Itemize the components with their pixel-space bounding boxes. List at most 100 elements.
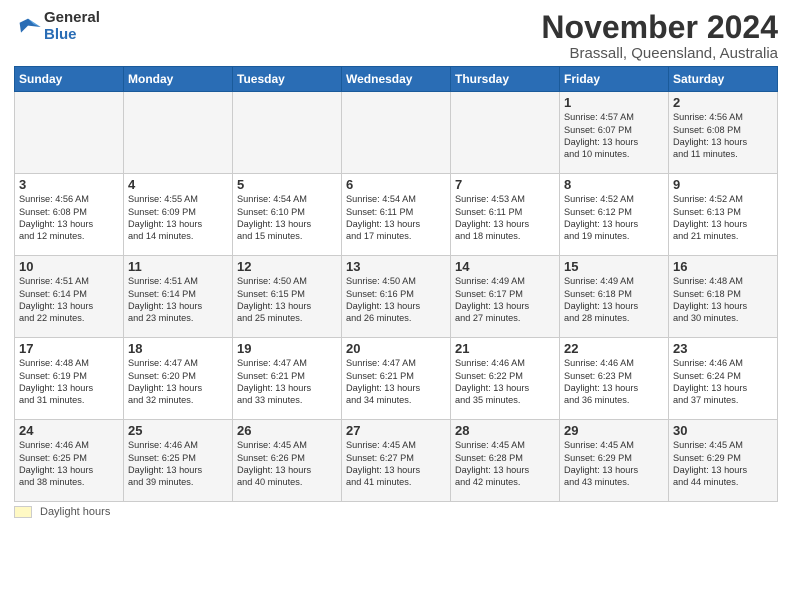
day-info: Sunrise: 4:47 AM Sunset: 6:21 PM Dayligh… <box>237 357 337 407</box>
day-number: 22 <box>564 341 664 356</box>
calendar-cell: 8Sunrise: 4:52 AM Sunset: 6:12 PM Daylig… <box>560 174 669 256</box>
day-info: Sunrise: 4:53 AM Sunset: 6:11 PM Dayligh… <box>455 193 555 243</box>
day-info: Sunrise: 4:45 AM Sunset: 6:29 PM Dayligh… <box>564 439 664 489</box>
day-info: Sunrise: 4:55 AM Sunset: 6:09 PM Dayligh… <box>128 193 228 243</box>
day-number: 15 <box>564 259 664 274</box>
calendar-cell: 10Sunrise: 4:51 AM Sunset: 6:14 PM Dayli… <box>15 256 124 338</box>
calendar-cell <box>124 92 233 174</box>
day-info: Sunrise: 4:54 AM Sunset: 6:10 PM Dayligh… <box>237 193 337 243</box>
day-number: 13 <box>346 259 446 274</box>
day-number: 8 <box>564 177 664 192</box>
day-info: Sunrise: 4:57 AM Sunset: 6:07 PM Dayligh… <box>564 111 664 161</box>
day-number: 10 <box>19 259 119 274</box>
calendar-cell: 20Sunrise: 4:47 AM Sunset: 6:21 PM Dayli… <box>342 338 451 420</box>
calendar-cell: 22Sunrise: 4:46 AM Sunset: 6:23 PM Dayli… <box>560 338 669 420</box>
day-info: Sunrise: 4:46 AM Sunset: 6:22 PM Dayligh… <box>455 357 555 407</box>
day-number: 6 <box>346 177 446 192</box>
calendar-cell: 13Sunrise: 4:50 AM Sunset: 6:16 PM Dayli… <box>342 256 451 338</box>
day-info: Sunrise: 4:51 AM Sunset: 6:14 PM Dayligh… <box>128 275 228 325</box>
day-number: 21 <box>455 341 555 356</box>
calendar-cell: 24Sunrise: 4:46 AM Sunset: 6:25 PM Dayli… <box>15 420 124 502</box>
day-info: Sunrise: 4:56 AM Sunset: 6:08 PM Dayligh… <box>19 193 119 243</box>
day-info: Sunrise: 4:46 AM Sunset: 6:25 PM Dayligh… <box>128 439 228 489</box>
day-info: Sunrise: 4:45 AM Sunset: 6:28 PM Dayligh… <box>455 439 555 489</box>
calendar-cell: 26Sunrise: 4:45 AM Sunset: 6:26 PM Dayli… <box>233 420 342 502</box>
calendar-cell: 7Sunrise: 4:53 AM Sunset: 6:11 PM Daylig… <box>451 174 560 256</box>
day-number: 23 <box>673 341 773 356</box>
calendar-cell: 1Sunrise: 4:57 AM Sunset: 6:07 PM Daylig… <box>560 92 669 174</box>
month-title: November 2024 <box>541 10 778 45</box>
calendar-header-row: SundayMondayTuesdayWednesdayThursdayFrid… <box>15 67 778 92</box>
day-number: 27 <box>346 423 446 438</box>
day-header-saturday: Saturday <box>669 67 778 92</box>
day-info: Sunrise: 4:48 AM Sunset: 6:19 PM Dayligh… <box>19 357 119 407</box>
day-number: 1 <box>564 95 664 110</box>
calendar-cell: 15Sunrise: 4:49 AM Sunset: 6:18 PM Dayli… <box>560 256 669 338</box>
day-number: 28 <box>455 423 555 438</box>
calendar-week-row: 24Sunrise: 4:46 AM Sunset: 6:25 PM Dayli… <box>15 420 778 502</box>
calendar-cell: 27Sunrise: 4:45 AM Sunset: 6:27 PM Dayli… <box>342 420 451 502</box>
calendar-cell: 5Sunrise: 4:54 AM Sunset: 6:10 PM Daylig… <box>233 174 342 256</box>
calendar-cell: 19Sunrise: 4:47 AM Sunset: 6:21 PM Dayli… <box>233 338 342 420</box>
logo-bird-icon <box>14 13 42 41</box>
calendar-cell: 18Sunrise: 4:47 AM Sunset: 6:20 PM Dayli… <box>124 338 233 420</box>
calendar-cell: 9Sunrise: 4:52 AM Sunset: 6:13 PM Daylig… <box>669 174 778 256</box>
calendar-cell: 17Sunrise: 4:48 AM Sunset: 6:19 PM Dayli… <box>15 338 124 420</box>
day-number: 14 <box>455 259 555 274</box>
day-info: Sunrise: 4:51 AM Sunset: 6:14 PM Dayligh… <box>19 275 119 325</box>
day-info: Sunrise: 4:46 AM Sunset: 6:25 PM Dayligh… <box>19 439 119 489</box>
day-number: 9 <box>673 177 773 192</box>
logo-general-text: General <box>44 10 100 27</box>
day-header-tuesday: Tuesday <box>233 67 342 92</box>
day-header-friday: Friday <box>560 67 669 92</box>
day-number: 24 <box>19 423 119 438</box>
day-number: 5 <box>237 177 337 192</box>
day-info: Sunrise: 4:45 AM Sunset: 6:27 PM Dayligh… <box>346 439 446 489</box>
calendar-cell: 4Sunrise: 4:55 AM Sunset: 6:09 PM Daylig… <box>124 174 233 256</box>
day-info: Sunrise: 4:49 AM Sunset: 6:18 PM Dayligh… <box>564 275 664 325</box>
logo-blue-text: Blue <box>44 27 100 44</box>
calendar-week-row: 17Sunrise: 4:48 AM Sunset: 6:19 PM Dayli… <box>15 338 778 420</box>
main-container: General Blue November 2024 Brassall, Que… <box>0 0 792 526</box>
day-info: Sunrise: 4:56 AM Sunset: 6:08 PM Dayligh… <box>673 111 773 161</box>
day-number: 16 <box>673 259 773 274</box>
day-info: Sunrise: 4:49 AM Sunset: 6:17 PM Dayligh… <box>455 275 555 325</box>
day-info: Sunrise: 4:47 AM Sunset: 6:20 PM Dayligh… <box>128 357 228 407</box>
day-info: Sunrise: 4:48 AM Sunset: 6:18 PM Dayligh… <box>673 275 773 325</box>
day-number: 18 <box>128 341 228 356</box>
header: General Blue November 2024 Brassall, Que… <box>14 10 778 62</box>
day-number: 19 <box>237 341 337 356</box>
day-number: 2 <box>673 95 773 110</box>
day-header-thursday: Thursday <box>451 67 560 92</box>
day-number: 3 <box>19 177 119 192</box>
legend-label: Daylight hours <box>40 506 110 518</box>
calendar-cell: 25Sunrise: 4:46 AM Sunset: 6:25 PM Dayli… <box>124 420 233 502</box>
day-number: 11 <box>128 259 228 274</box>
calendar-week-row: 1Sunrise: 4:57 AM Sunset: 6:07 PM Daylig… <box>15 92 778 174</box>
calendar-cell: 12Sunrise: 4:50 AM Sunset: 6:15 PM Dayli… <box>233 256 342 338</box>
calendar-cell <box>451 92 560 174</box>
logo: General Blue <box>14 10 100 43</box>
calendar-cell <box>233 92 342 174</box>
day-header-wednesday: Wednesday <box>342 67 451 92</box>
day-number: 7 <box>455 177 555 192</box>
calendar-cell: 16Sunrise: 4:48 AM Sunset: 6:18 PM Dayli… <box>669 256 778 338</box>
legend-row: Daylight hours <box>14 506 778 518</box>
day-number: 17 <box>19 341 119 356</box>
legend-box-icon <box>14 506 32 518</box>
calendar-cell: 30Sunrise: 4:45 AM Sunset: 6:29 PM Dayli… <box>669 420 778 502</box>
day-info: Sunrise: 4:46 AM Sunset: 6:24 PM Dayligh… <box>673 357 773 407</box>
day-info: Sunrise: 4:47 AM Sunset: 6:21 PM Dayligh… <box>346 357 446 407</box>
logo-text: General Blue <box>44 10 100 43</box>
calendar-cell: 14Sunrise: 4:49 AM Sunset: 6:17 PM Dayli… <box>451 256 560 338</box>
calendar-cell <box>15 92 124 174</box>
calendar-cell: 29Sunrise: 4:45 AM Sunset: 6:29 PM Dayli… <box>560 420 669 502</box>
day-number: 12 <box>237 259 337 274</box>
day-info: Sunrise: 4:52 AM Sunset: 6:13 PM Dayligh… <box>673 193 773 243</box>
day-number: 30 <box>673 423 773 438</box>
day-number: 20 <box>346 341 446 356</box>
calendar-cell: 28Sunrise: 4:45 AM Sunset: 6:28 PM Dayli… <box>451 420 560 502</box>
calendar-cell: 6Sunrise: 4:54 AM Sunset: 6:11 PM Daylig… <box>342 174 451 256</box>
day-info: Sunrise: 4:45 AM Sunset: 6:29 PM Dayligh… <box>673 439 773 489</box>
title-block: November 2024 Brassall, Queensland, Aust… <box>541 10 778 62</box>
